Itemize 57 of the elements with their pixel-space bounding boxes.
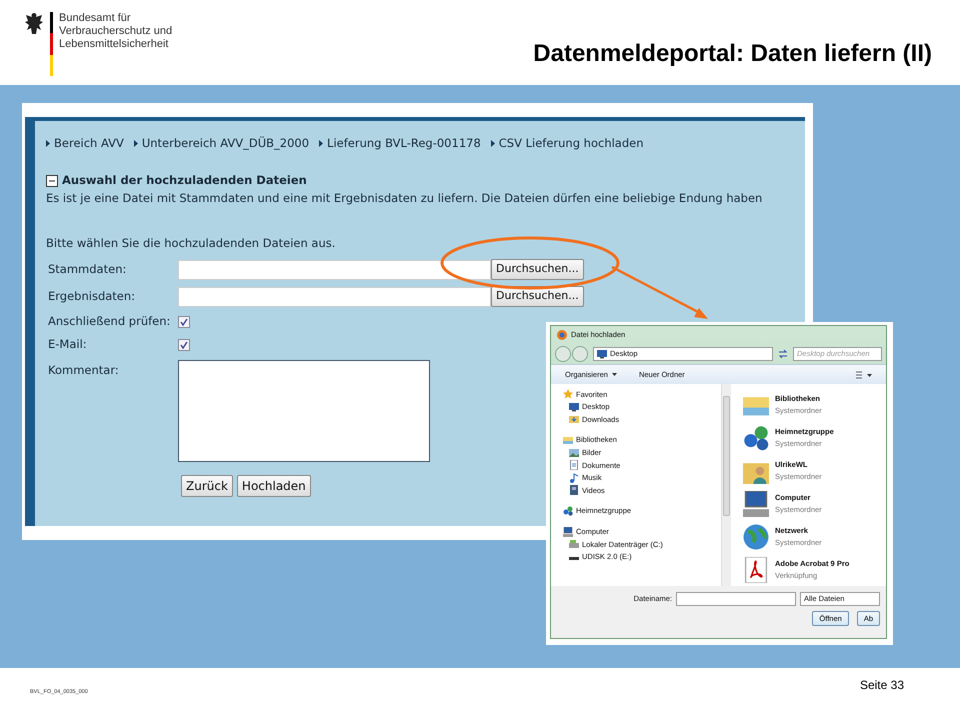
breadcrumb-link[interactable]: Unterbereich AVV_DÜB_2000: [142, 135, 310, 152]
check-icon: [180, 318, 188, 326]
description-text: Es ist je eine Datei mit Stammdaten und eine mit Ergebnisdaten zu liefern. Die Dateien dürfen eine beliebige Endung haben: [46, 190, 764, 206]
back-forward-icon: [555, 346, 589, 362]
triangle-icon: [319, 140, 324, 148]
flag-stripe: [50, 12, 53, 76]
triangle-icon: [134, 140, 138, 148]
page-number: Seite 33: [860, 677, 904, 694]
folder-icon: [563, 435, 573, 446]
computer-icon: [743, 490, 769, 516]
globe-icon: [743, 524, 769, 550]
network-icon: [563, 506, 573, 516]
refresh-icon: [777, 348, 789, 360]
pdf-icon: [743, 556, 769, 582]
view-options-icon: [856, 370, 872, 378]
instruction-text: Bitte wählen Sie die hochzuladenden Dateien aus.: [46, 234, 336, 252]
breadcrumb-link[interactable]: Bereich AVV: [54, 135, 124, 152]
breadcrumb-link[interactable]: Lieferung BVL-Reg-001178: [327, 135, 481, 152]
file-path-field[interactable]: [178, 260, 491, 280]
checkbox[interactable]: [178, 338, 190, 350]
field-label: Stammdaten:: [47, 260, 128, 278]
star-icon: [563, 389, 573, 400]
drive-icon: [569, 539, 579, 550]
browser-logo-icon: [557, 330, 567, 340]
breadcrumb-link[interactable]: CSV Lieferung hochladen: [498, 135, 644, 152]
field-label: Ergebnisdaten:: [47, 288, 136, 305]
organization-name: Verbraucherschutz und: [59, 25, 172, 38]
triangle-icon: [46, 140, 50, 148]
check-icon: [180, 340, 188, 348]
file-path-field[interactable]: [178, 286, 491, 306]
filename-field[interactable]: [676, 592, 796, 606]
checkbox[interactable]: [178, 316, 190, 328]
music-note-icon: [569, 472, 579, 483]
field-label: E-Mail:: [47, 336, 88, 353]
collapse-icon[interactable]: [46, 174, 58, 187]
folder-icon: [569, 414, 579, 424]
network-icon: [743, 424, 769, 450]
monitor-icon: [569, 402, 579, 412]
monitor-icon: [597, 349, 607, 359]
organization-name: Bundesamt für: [59, 12, 132, 25]
triangle-icon: [490, 140, 495, 148]
browse-button[interactable]: Durchsuchen...: [491, 259, 584, 280]
computer-icon: [563, 526, 573, 537]
form-button[interactable]: Hochladen: [236, 475, 311, 497]
document-icon: [569, 460, 579, 470]
eagle-icon: [24, 12, 44, 36]
field-label: Kommentar:: [47, 362, 120, 379]
slide-title: Datenmeldeportal: Daten liefern (II): [533, 39, 932, 69]
form-button[interactable]: Zurück: [181, 475, 233, 497]
image-icon: [569, 448, 579, 458]
film-icon: [569, 485, 579, 496]
scrollbar[interactable]: [721, 384, 731, 586]
organization-name: Lebensmittelsicherheit: [59, 38, 170, 51]
caret-icon: [612, 373, 617, 376]
comment-field[interactable]: [178, 360, 430, 462]
section-heading: Auswahl der hochzuladenden Dateien: [62, 172, 307, 190]
field-label: Anschließend prüfen:: [47, 312, 172, 330]
